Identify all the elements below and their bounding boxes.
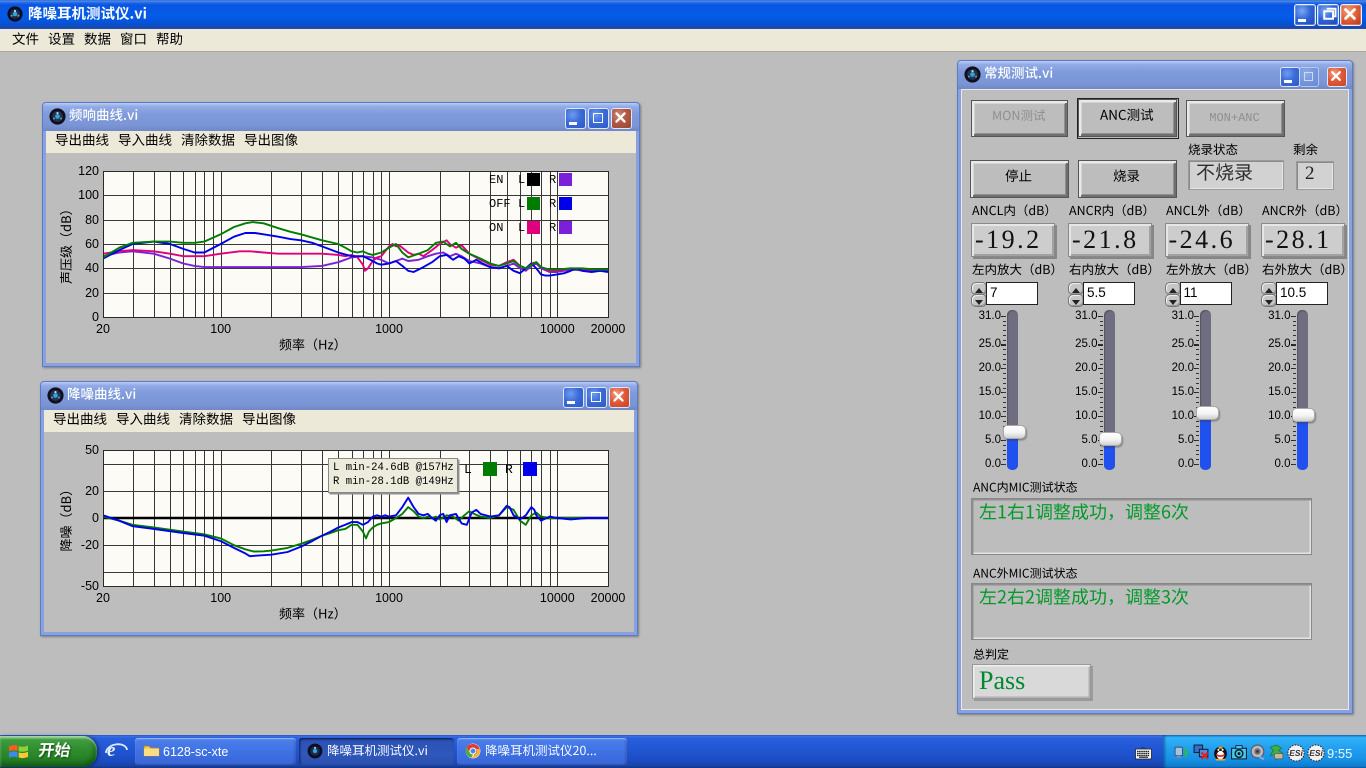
svg-text:ESi: ESi — [1309, 748, 1323, 758]
svg-text:key: key — [1141, 746, 1146, 750]
svg-text:ESi: ESi — [1289, 748, 1303, 758]
